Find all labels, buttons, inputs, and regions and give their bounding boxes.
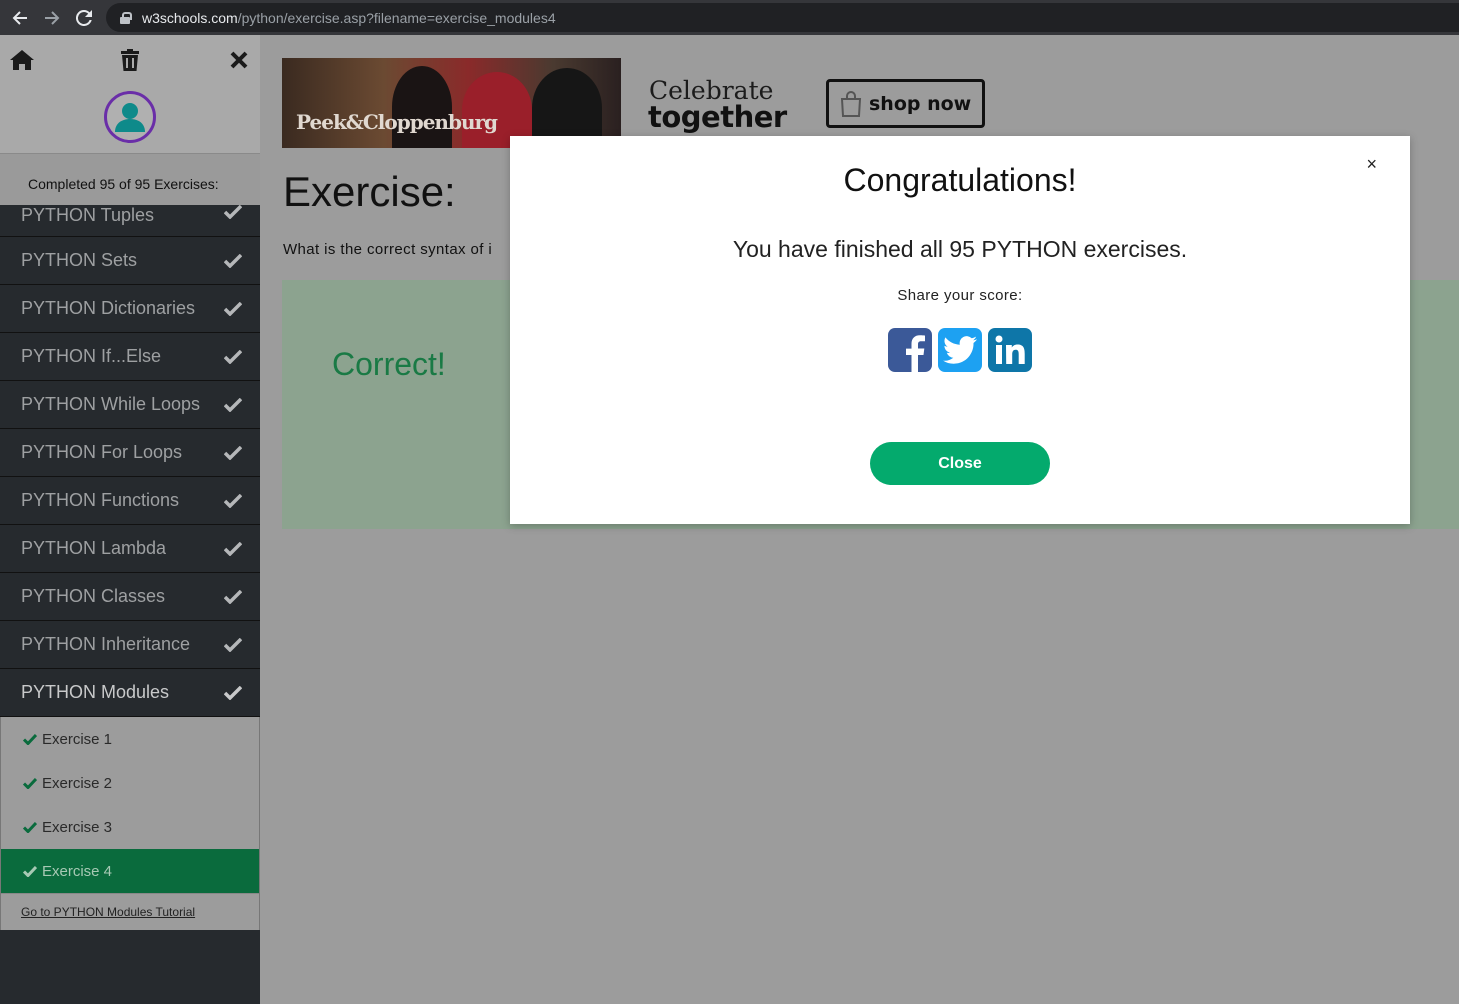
ad-cta-label: shop now <box>869 92 972 115</box>
checkmark-icon <box>23 821 37 833</box>
checkmark-icon <box>224 253 242 268</box>
checkmark-icon <box>224 349 242 364</box>
address-bar[interactable]: w3schools.com/python/exercise.asp?filena… <box>106 3 1459 32</box>
chapter-label: PYTHON Tuples <box>21 205 155 225</box>
chapter-item[interactable]: PYTHON Dictionaries <box>0 285 260 333</box>
exercise-label: Exercise 4 <box>42 862 113 880</box>
chapter-label: PYTHON Lambda <box>21 538 167 558</box>
lock-icon <box>120 11 132 24</box>
chapter-item[interactable]: PYTHON Classes <box>0 573 260 621</box>
chapter-item[interactable]: PYTHON If...Else <box>0 333 260 381</box>
tutorial-link[interactable]: Go to PYTHON Modules Tutorial <box>1 893 259 930</box>
chapter-label: PYTHON If...Else <box>21 346 162 366</box>
page-title: Exercise: <box>283 168 456 215</box>
twitter-icon[interactable] <box>938 328 982 372</box>
checkmark-icon <box>23 777 37 789</box>
chapter-item[interactable]: PYTHON Lambda <box>0 525 260 573</box>
chapter-item[interactable]: PYTHON Functions <box>0 477 260 525</box>
close-button[interactable]: Close <box>870 442 1050 485</box>
congratulations-modal: × Congratulations! You have finished all… <box>510 136 1410 524</box>
exercise-item[interactable]: Exercise 2 <box>1 761 259 805</box>
checkmark-icon <box>224 685 242 700</box>
share-label: Share your score: <box>897 287 1023 304</box>
modal-title: Congratulations! <box>843 162 1077 198</box>
chapter-label: PYTHON Classes <box>21 586 166 606</box>
exercise-item[interactable]: Exercise 3 <box>1 805 259 849</box>
chapter-item-active[interactable]: PYTHON Modules <box>0 669 260 717</box>
home-icon[interactable] <box>9 47 35 73</box>
exercise-item-current[interactable]: Exercise 4 <box>1 849 259 893</box>
chapter-item[interactable]: PYTHON For Loops <box>0 429 260 477</box>
exercise-question: What is the correct syntax of i <box>283 241 493 258</box>
completion-summary: Completed 95 of 95 Exercises: <box>0 153 260 205</box>
exercise-list: Exercise 1 Exercise 2 Exercise 3 Exercis… <box>0 717 260 930</box>
exercise-item[interactable]: Exercise 1 <box>1 717 259 761</box>
trash-icon[interactable] <box>117 47 143 73</box>
chapter-item[interactable]: PYTHON Sets <box>0 237 260 285</box>
modal-message: You have finished all 95 PYTHON exercise… <box>732 236 1188 262</box>
chapter-item[interactable]: PYTHON While Loops <box>0 381 260 429</box>
forward-arrow-icon[interactable] <box>36 0 68 35</box>
chapter-label: PYTHON Modules <box>21 682 170 702</box>
exercise-label: Exercise 1 <box>42 730 113 748</box>
chapter-label: PYTHON Functions <box>21 490 180 510</box>
url-domain: w3schools.com <box>142 9 238 26</box>
avatar[interactable] <box>104 91 156 143</box>
checkmark-icon <box>224 445 242 460</box>
url-path: /python/exercise.asp?filename=exercise_m… <box>237 9 556 26</box>
checkmark-icon <box>224 589 242 604</box>
checkmark-icon <box>23 865 37 877</box>
ad-banner-image[interactable]: Peek&Cloppenburg <box>282 58 621 148</box>
exercise-sidebar: Completed 95 of 95 Exercises: PYTHON Tup… <box>0 35 260 1004</box>
chapter-list: PYTHON Tuples PYTHON Sets PYTHON Diction… <box>0 205 260 717</box>
chapter-label: PYTHON While Loops <box>21 394 201 414</box>
linkedin-icon[interactable] <box>988 328 1032 372</box>
chapter-label: PYTHON For Loops <box>21 442 183 462</box>
ad-brand: Peek&Cloppenburg <box>296 110 498 134</box>
ad-shop-now-button[interactable]: shop now <box>826 79 985 128</box>
social-share-buttons <box>888 328 1032 372</box>
checkmark-icon <box>224 493 242 508</box>
checkmark-icon <box>224 637 242 652</box>
checkmark-icon <box>23 733 37 745</box>
checkmark-icon <box>224 301 242 316</box>
exercise-label: Exercise 3 <box>42 818 113 836</box>
back-arrow-icon[interactable] <box>4 0 36 35</box>
checkmark-icon <box>224 541 242 556</box>
browser-toolbar: w3schools.com/python/exercise.asp?filena… <box>0 0 1459 35</box>
ad-headline-line2: together <box>648 100 787 134</box>
checkmark-icon <box>224 205 242 219</box>
chapter-item[interactable]: PYTHON Tuples <box>0 205 260 237</box>
facebook-icon[interactable] <box>888 328 932 372</box>
chapter-item[interactable]: PYTHON Inheritance <box>0 621 260 669</box>
result-text: Correct! <box>332 346 446 382</box>
checkmark-icon <box>224 397 242 412</box>
exercise-label: Exercise 2 <box>42 774 113 792</box>
completion-text: Completed 95 of 95 Exercises: <box>28 176 219 192</box>
sidebar-header <box>0 35 260 153</box>
shopping-bag-icon <box>840 90 862 117</box>
chapter-label: PYTHON Dictionaries <box>21 298 196 318</box>
chapter-label: PYTHON Sets <box>21 250 138 270</box>
chapter-label: PYTHON Inheritance <box>21 634 191 654</box>
close-icon[interactable] <box>226 47 252 73</box>
reload-icon[interactable] <box>68 0 100 35</box>
ad-figure <box>392 66 452 148</box>
